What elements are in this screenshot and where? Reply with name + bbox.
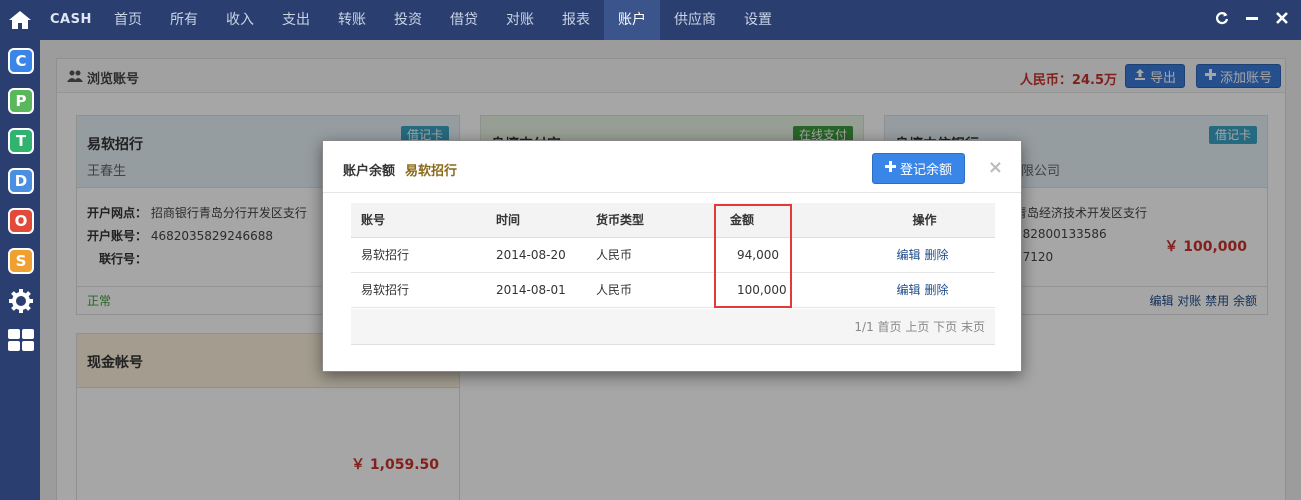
left-sidebar: C P T D O S <box>0 40 40 500</box>
main-nav: 首页 所有 收入 支出 转账 投资 借贷 对账 报表 账户 供应商 设置 <box>100 0 786 40</box>
nav-item-vendor[interactable]: 供应商 <box>660 0 730 40</box>
cell-account: 易软招行 <box>351 272 486 308</box>
edit-link[interactable]: 编辑 <box>896 283 920 297</box>
nav-item-transfer[interactable]: 转账 <box>324 0 380 40</box>
col-actions: 操作 <box>854 203 995 238</box>
cell-actions: 编辑 删除 <box>854 237 995 273</box>
balance-modal: 账户余额 易软招行 登记余额 × 账号 时间 货币类型 金额 操作 易软招行 2… <box>322 140 1022 372</box>
app-brand: CASH <box>50 12 92 27</box>
nav-item-loan[interactable]: 借贷 <box>436 0 492 40</box>
grid-icon[interactable] <box>7 328 35 356</box>
edit-link[interactable]: 编辑 <box>896 248 920 262</box>
nav-item-home[interactable]: 首页 <box>100 0 156 40</box>
top-bar: CASH 首页 所有 收入 支出 转账 投资 借贷 对账 报表 账户 供应商 设… <box>0 0 1301 40</box>
sidebar-c-icon[interactable]: C <box>8 48 34 74</box>
modal-title: 账户余额 <box>343 164 396 179</box>
modal-account-name: 易软招行 <box>405 164 458 179</box>
delete-link[interactable]: 删除 <box>925 283 949 297</box>
cell-currency: 人民币 <box>586 272 722 308</box>
gear-icon[interactable] <box>8 288 34 318</box>
home-icon[interactable] <box>0 0 40 40</box>
table-pager[interactable]: 1/1 首页 上页 下页 末页 <box>351 309 995 345</box>
close-icon[interactable] <box>1275 11 1289 29</box>
col-date: 时间 <box>486 203 586 238</box>
window-controls <box>1215 0 1289 40</box>
nav-item-report[interactable]: 报表 <box>548 0 604 40</box>
register-balance-button[interactable]: 登记余额 <box>872 153 965 184</box>
col-account: 账号 <box>351 203 486 238</box>
modal-header: 账户余额 易软招行 登记余额 × <box>323 141 1021 193</box>
nav-item-all[interactable]: 所有 <box>156 0 212 40</box>
delete-link[interactable]: 删除 <box>925 248 949 262</box>
minimize-icon[interactable] <box>1245 11 1259 29</box>
register-balance-label: 登记余额 <box>899 163 952 178</box>
sidebar-t-icon[interactable]: T <box>8 128 34 154</box>
nav-item-income[interactable]: 收入 <box>212 0 268 40</box>
nav-item-invest[interactable]: 投资 <box>380 0 436 40</box>
plus-icon <box>884 161 896 176</box>
sidebar-d-icon[interactable]: D <box>8 168 34 194</box>
nav-item-expense[interactable]: 支出 <box>268 0 324 40</box>
cell-date: 2014-08-01 <box>486 272 586 308</box>
sidebar-s-icon[interactable]: S <box>8 248 34 274</box>
cell-date: 2014-08-20 <box>486 237 586 273</box>
sidebar-o-icon[interactable]: O <box>8 208 34 234</box>
amount-highlight-box <box>714 204 792 308</box>
refresh-icon[interactable] <box>1215 11 1229 29</box>
col-currency: 货币类型 <box>586 203 722 238</box>
cell-actions: 编辑 删除 <box>854 272 995 308</box>
cell-currency: 人民币 <box>586 237 722 273</box>
nav-item-reconcile[interactable]: 对账 <box>492 0 548 40</box>
sidebar-p-icon[interactable]: P <box>8 88 34 114</box>
table-row: 易软招行 2014-08-20 人民币 94,000 编辑 删除 <box>351 237 995 273</box>
table-header-row: 账号 时间 货币类型 金额 操作 <box>351 203 995 238</box>
table-row: 易软招行 2014-08-01 人民币 100,000 编辑 删除 <box>351 272 995 308</box>
nav-item-account[interactable]: 账户 <box>604 0 660 40</box>
balance-table: 账号 时间 货币类型 金额 操作 易软招行 2014-08-20 人民币 94,… <box>351 203 995 308</box>
nav-item-settings[interactable]: 设置 <box>730 0 786 40</box>
cell-account: 易软招行 <box>351 237 486 273</box>
modal-close-icon[interactable]: × <box>988 157 1003 178</box>
